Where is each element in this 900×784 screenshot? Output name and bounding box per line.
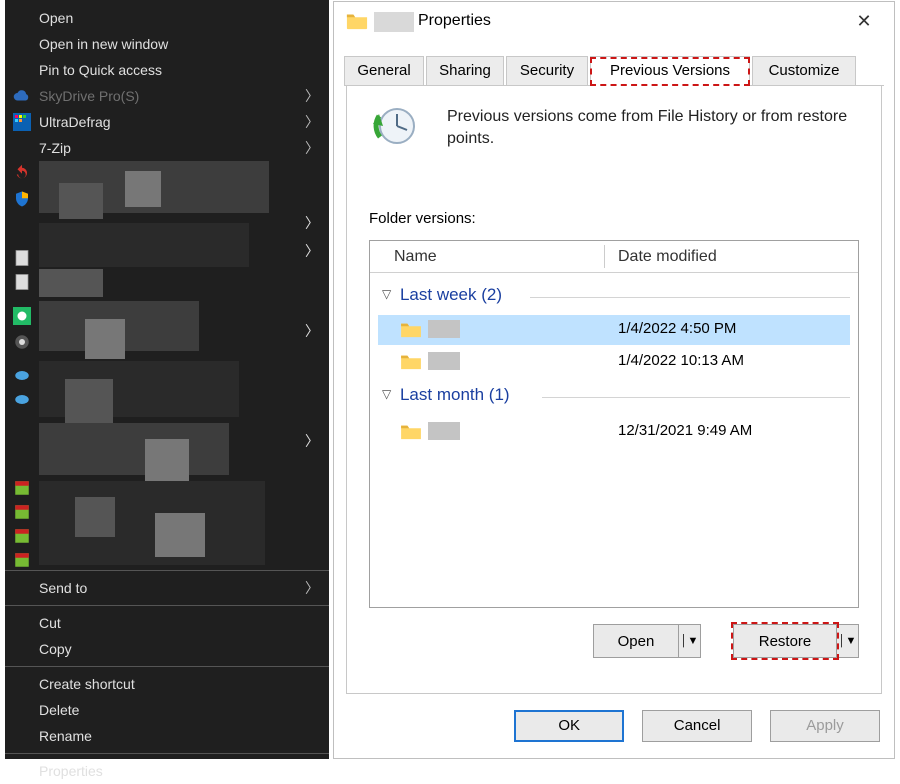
cloud-icon	[13, 87, 31, 105]
ctx-delete[interactable]: Delete	[5, 697, 329, 723]
folder-icon	[346, 10, 368, 30]
titlebar: Properties ✕	[334, 2, 894, 42]
archive-icon	[13, 479, 31, 497]
chevron-down-icon: ▽	[382, 387, 391, 401]
open-button[interactable]: Open	[593, 624, 679, 658]
close-button[interactable]: ✕	[840, 4, 888, 38]
date-modified: 12/31/2021 9:49 AM	[618, 422, 752, 439]
tab-previous-versions[interactable]: Previous Versions	[590, 56, 750, 86]
chevron-right-icon: 〉	[305, 321, 319, 341]
shield-icon	[13, 190, 31, 208]
folder-name-censored	[374, 12, 414, 32]
column-date-modified[interactable]: Date modified	[618, 241, 717, 273]
group-rule	[542, 397, 850, 398]
column-separator[interactable]	[604, 245, 605, 268]
separator	[5, 605, 329, 606]
separator	[5, 570, 329, 571]
ctx-ultradefrag[interactable]: UltraDefrag 〉	[5, 109, 329, 135]
archive-icon	[13, 551, 31, 569]
folder-icon	[400, 352, 422, 370]
ctx-copy[interactable]: Copy	[5, 636, 329, 662]
archive-icon	[13, 527, 31, 545]
ctx-rename[interactable]: Rename	[5, 723, 329, 749]
chevron-right-icon: 〉	[305, 241, 319, 261]
chevron-right-icon: 〉	[305, 83, 319, 109]
ctx-create-shortcut[interactable]: Create shortcut	[5, 671, 329, 697]
cloud-icon	[13, 365, 31, 383]
date-modified: 1/4/2022 4:50 PM	[618, 320, 736, 337]
cancel-button[interactable]: Cancel	[642, 710, 752, 742]
folder-icon	[400, 422, 422, 440]
ctx-cut[interactable]: Cut	[5, 610, 329, 636]
file-history-icon	[369, 104, 417, 146]
chevron-right-icon: 〉	[305, 109, 319, 135]
group-last-week[interactable]: ▽ Last week (2)	[382, 285, 502, 305]
chevron-down-icon: ▽	[382, 287, 391, 301]
tab-body: Previous versions come from File History…	[346, 86, 882, 694]
app-icon	[13, 307, 31, 325]
ok-button[interactable]: OK	[514, 710, 624, 742]
undo-icon	[13, 164, 31, 182]
restore-split-button[interactable]: Restore │▼	[733, 624, 859, 658]
ctx-7zip[interactable]: 7-Zip 〉	[5, 135, 329, 161]
properties-dialog: Properties ✕ General Sharing Security Pr…	[333, 1, 895, 759]
group-last-month[interactable]: ▽ Last month (1)	[382, 385, 510, 405]
dialog-title: Properties	[418, 12, 491, 30]
ctx-pin-quick-access[interactable]: Pin to Quick access	[5, 57, 329, 83]
chevron-right-icon: 〉	[305, 575, 319, 601]
ctx-skydrive-pro: SkyDrive Pro(S) 〉	[5, 83, 329, 109]
separator	[5, 753, 329, 754]
folder-name-censored	[428, 352, 460, 370]
folder-name-censored	[428, 422, 460, 440]
column-name[interactable]: Name	[394, 241, 437, 273]
group-rule	[530, 297, 850, 298]
tab-sharing[interactable]: Sharing	[426, 56, 504, 85]
version-row[interactable]: 1/4/2022 10:13 AM	[378, 347, 850, 377]
tab-customize[interactable]: Customize	[752, 56, 856, 85]
restore-button[interactable]: Restore	[733, 624, 837, 658]
versions-list[interactable]: Name Date modified ▽ Last week (2) 1/4/2…	[369, 240, 859, 608]
cloud-icon	[13, 389, 31, 407]
folder-icon	[400, 320, 422, 338]
chevron-right-icon: 〉	[305, 431, 319, 451]
ctx-open-new-window[interactable]: Open in new window	[5, 31, 329, 57]
ctx-properties[interactable]: Properties	[5, 758, 329, 784]
list-header: Name Date modified	[370, 241, 858, 273]
ctx-open[interactable]: Open	[5, 5, 329, 31]
archive-icon	[13, 503, 31, 521]
separator	[5, 666, 329, 667]
document-icon	[13, 249, 31, 267]
restore-dropdown[interactable]: │▼	[837, 624, 859, 658]
ultradefrag-icon	[13, 113, 31, 131]
context-menu: Open Open in new window Pin to Quick acc…	[5, 0, 329, 759]
open-split-button[interactable]: Open │▼	[593, 624, 701, 658]
apply-button: Apply	[770, 710, 880, 742]
version-row[interactable]: 1/4/2022 4:50 PM	[378, 315, 850, 345]
tab-security[interactable]: Security	[506, 56, 588, 85]
list-label: Folder versions:	[369, 210, 476, 227]
ctx-send-to[interactable]: Send to 〉	[5, 575, 329, 601]
folder-name-censored	[428, 320, 460, 338]
description-text: Previous versions come from File History…	[447, 106, 851, 150]
chevron-right-icon: 〉	[305, 213, 319, 233]
date-modified: 1/4/2022 10:13 AM	[618, 352, 744, 369]
tab-strip: General Sharing Security Previous Versio…	[344, 56, 884, 86]
chevron-right-icon: 〉	[305, 135, 319, 161]
document-icon	[13, 273, 31, 291]
dialog-buttons: OK Cancel Apply	[500, 710, 880, 744]
tab-general[interactable]: General	[344, 56, 424, 85]
censored-region: 〉 〉 〉 〉	[5, 161, 329, 566]
action-button-bar: Open │▼ Restore │▼	[369, 624, 859, 660]
version-row[interactable]: 12/31/2021 9:49 AM	[378, 417, 850, 447]
open-dropdown[interactable]: │▼	[679, 624, 701, 658]
gear-icon	[13, 333, 31, 351]
